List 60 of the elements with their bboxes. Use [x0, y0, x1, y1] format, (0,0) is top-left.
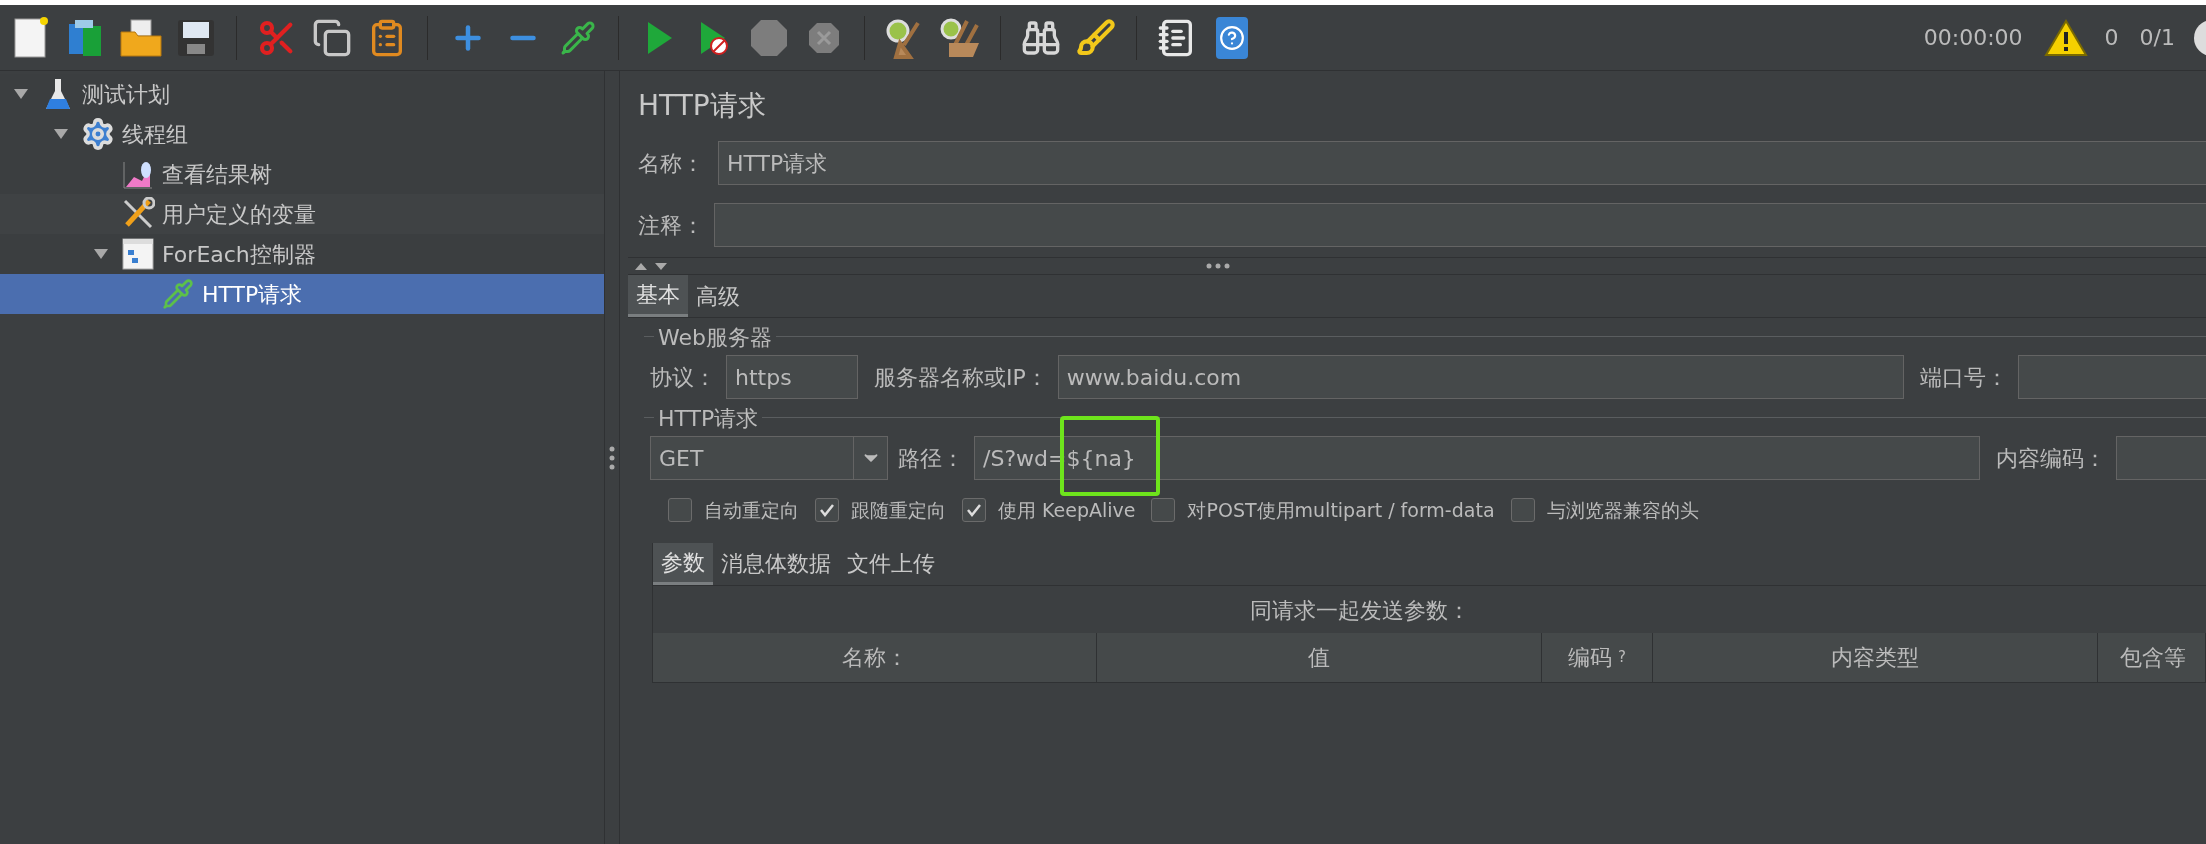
expand-arrow-icon[interactable]: [13, 88, 29, 100]
field-label: 内容编码：: [1996, 444, 2106, 473]
tree-item[interactable]: HTTP请求: [0, 274, 604, 314]
checkbox-label: 跟随重定向: [851, 498, 946, 523]
checkbox[interactable]: [962, 498, 986, 523]
tree-item-label: 线程组: [122, 120, 188, 149]
panel-title: HTTP请求: [638, 88, 767, 124]
tab[interactable]: 高级: [688, 275, 748, 317]
checkbox[interactable]: [1510, 498, 1535, 523]
thread-count: 0/1: [2139, 24, 2175, 52]
checkbox-label: 使用 KeepAlive: [998, 498, 1136, 523]
tab[interactable]: 参数: [653, 542, 713, 585]
protocol-field[interactable]: https: [726, 355, 858, 399]
column-header[interactable]: 编码 ?: [1542, 632, 1653, 682]
tab[interactable]: 消息体数据: [713, 542, 839, 585]
tree-item-label: 测试计划: [82, 80, 170, 109]
tree-item-label: 用户定义的变量: [162, 200, 316, 229]
checkbox-label: 对POST使用multipart / form-data: [1187, 498, 1495, 523]
field-label: 名称：: [638, 149, 705, 178]
name-field[interactable]: HTTP请求: [718, 141, 2206, 185]
method-dropdown[interactable]: GET: [650, 436, 888, 480]
tab[interactable]: 文件上传: [839, 542, 943, 585]
checkmark-icon: [966, 503, 982, 518]
column-header[interactable]: 内容类型: [1653, 632, 2098, 682]
server-field[interactable]: www.baidu.com: [1057, 355, 1904, 399]
field-label: 注释：: [638, 211, 705, 240]
column-header[interactable]: 名称：: [653, 632, 1097, 682]
checkbox[interactable]: [668, 498, 692, 523]
table-title: 同请求一起发送参数：: [1248, 596, 1471, 625]
warning-icon[interactable]: [2043, 17, 2088, 58]
splitter-handle-icon[interactable]: [609, 445, 615, 470]
comment-field[interactable]: [714, 203, 2206, 247]
collapse-arrows-icon[interactable]: [634, 261, 670, 271]
error-count: 0: [2104, 24, 2119, 52]
field-label: 服务器名称或IP：: [874, 363, 1048, 392]
pipette-icon: [162, 278, 194, 310]
field-label: 路径：: [898, 444, 964, 473]
tree-item-label: ForEach控制器: [162, 240, 316, 269]
flask-icon: [44, 77, 72, 111]
column-header[interactable]: 包含等: [2098, 632, 2206, 682]
tab[interactable]: 基本: [628, 275, 688, 317]
port-field[interactable]: [2017, 355, 2206, 399]
checkbox[interactable]: [1151, 498, 1176, 523]
tree-item-label: HTTP请求: [202, 280, 303, 309]
checkbox-label: 自动重定向: [704, 498, 799, 523]
field-label: 端口号：: [1919, 363, 2008, 392]
tools-icon: [121, 197, 155, 231]
checkmark-icon: [819, 503, 835, 518]
checkbox-label: 与浏览器兼容的头: [1546, 498, 1699, 523]
expand-arrow-icon[interactable]: [93, 248, 109, 260]
column-header[interactable]: 值: [1097, 632, 1542, 682]
elapsed-time: 00:00:00: [1923, 24, 2023, 52]
field-label: 协议：: [650, 363, 716, 392]
expand-arrow-icon[interactable]: [53, 128, 69, 140]
checkbox[interactable]: [815, 498, 839, 523]
controller-icon: [122, 238, 154, 270]
encoding-field[interactable]: [2116, 436, 2206, 480]
tree-item-label: 查看结果树: [162, 160, 272, 189]
splitter-handle-icon[interactable]: [1206, 263, 1230, 269]
gear-icon: [81, 117, 115, 151]
